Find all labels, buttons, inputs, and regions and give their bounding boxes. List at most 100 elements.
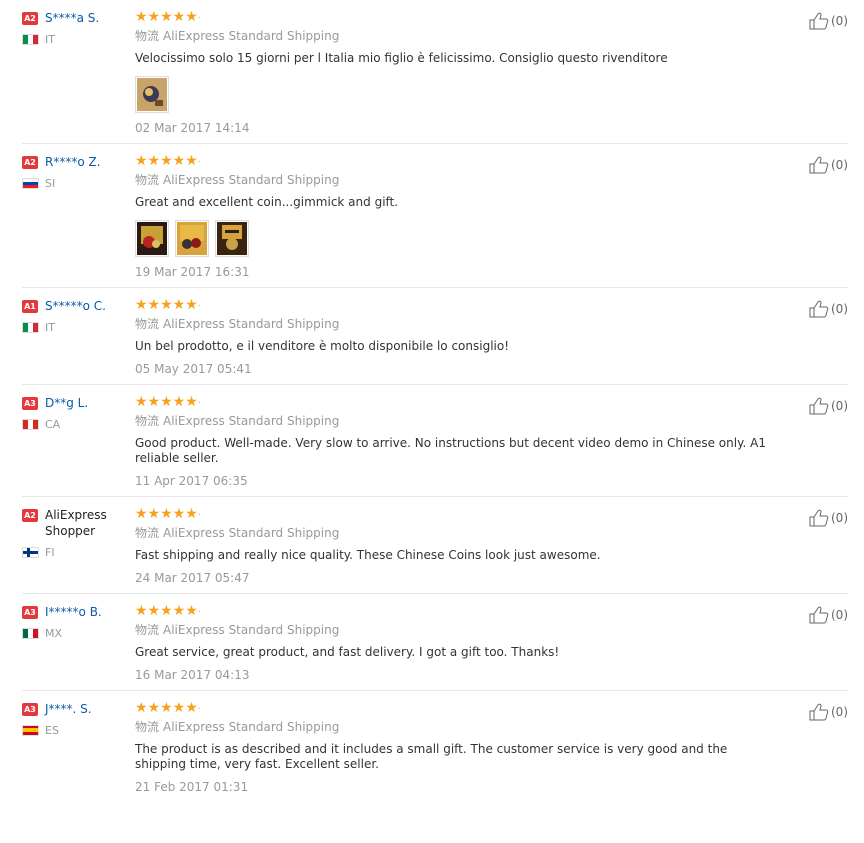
review-item: A2 R****o Z. SI ★★★★★· 物流 AliExpress Stan… bbox=[22, 144, 848, 288]
shipping-method: 物流 AliExpress Standard Shipping bbox=[135, 317, 778, 331]
thumbs-up-icon bbox=[809, 300, 829, 318]
review-list: A2 S****a S. IT ★★★★★· 物流 AliExpress Stan… bbox=[0, 0, 864, 802]
country-flag-icon bbox=[22, 725, 39, 736]
logistics-label: 物流 bbox=[135, 720, 160, 734]
shipping-method: 物流 AliExpress Standard Shipping bbox=[135, 29, 778, 43]
star-rating: ★★★★★· bbox=[135, 297, 201, 313]
review-content: ★★★★★· 物流 AliExpress Standard Shipping Fa… bbox=[135, 497, 848, 593]
helpful-button[interactable]: (0) bbox=[809, 509, 848, 527]
review-item: A3 J****. S. ES ★★★★★· 物流 AliExpress Stan… bbox=[22, 691, 848, 802]
reviewer-name[interactable]: S****a S. bbox=[45, 10, 99, 26]
review-text: Un bel prodotto, e il venditore è molto … bbox=[135, 339, 510, 353]
star-rating: ★★★★★· bbox=[135, 394, 201, 410]
country-code: CA bbox=[45, 418, 61, 431]
star-rating: ★★★★★· bbox=[135, 9, 201, 25]
reviewer-country: CA bbox=[22, 418, 132, 431]
thumbs-up-icon bbox=[809, 397, 829, 415]
reviewer-name[interactable]: I*****o B. bbox=[45, 604, 102, 620]
helpful-button[interactable]: (0) bbox=[809, 156, 848, 174]
country-code: FI bbox=[45, 546, 55, 559]
shipping-method-text: AliExpress Standard Shipping bbox=[163, 623, 340, 637]
helpful-count: (0) bbox=[831, 399, 848, 413]
thumbs-up-icon bbox=[809, 12, 829, 30]
review-text: Great and excellent coin...gimmick and g… bbox=[135, 195, 399, 209]
reviewer-country: IT bbox=[22, 321, 132, 334]
shipping-method: 物流 AliExpress Standard Shipping bbox=[135, 623, 778, 637]
helpful-button[interactable]: (0) bbox=[809, 703, 848, 721]
review-item: A2 AliExpress Shopper FI ★★★★★· 物流 AliExp… bbox=[22, 497, 848, 594]
logistics-label: 物流 bbox=[135, 29, 160, 43]
shipping-method-text: AliExpress Standard Shipping bbox=[163, 414, 340, 428]
country-flag-icon bbox=[22, 34, 39, 45]
buyer-level-badge: A3 bbox=[22, 606, 38, 619]
helpful-button[interactable]: (0) bbox=[809, 300, 848, 318]
review-photo[interactable] bbox=[135, 220, 169, 257]
shipping-method: 物流 AliExpress Standard Shipping bbox=[135, 173, 778, 187]
logistics-label: 物流 bbox=[135, 526, 160, 540]
buyer-level-badge: A2 bbox=[22, 12, 38, 25]
country-code: SI bbox=[45, 177, 56, 190]
review-content: ★★★★★· 物流 AliExpress Standard Shipping Go… bbox=[135, 385, 848, 496]
reviewer-info: A3 I*****o B. MX bbox=[22, 604, 132, 640]
logistics-label: 物流 bbox=[135, 623, 160, 637]
review-date: 24 Mar 2017 05:47 bbox=[135, 571, 250, 585]
review-photo[interactable] bbox=[175, 220, 209, 257]
reviewer-name[interactable]: J****. S. bbox=[45, 701, 92, 717]
review-photos bbox=[135, 220, 778, 257]
country-flag-icon bbox=[22, 419, 39, 430]
helpful-count: (0) bbox=[831, 511, 848, 525]
reviewer-country: FI bbox=[22, 546, 132, 559]
star-rating: ★★★★★· bbox=[135, 700, 201, 716]
helpful-count: (0) bbox=[831, 705, 848, 719]
helpful-button[interactable]: (0) bbox=[809, 12, 848, 30]
review-photos bbox=[135, 76, 778, 113]
reviewer-country: MX bbox=[22, 627, 132, 640]
review-item: A3 D**g L. CA ★★★★★· 物流 AliExpress Standa… bbox=[22, 385, 848, 497]
thumbs-up-icon bbox=[809, 606, 829, 624]
buyer-level-badge: A2 bbox=[22, 156, 38, 169]
country-code: IT bbox=[45, 321, 55, 334]
review-text: Good product. Well-made. Very slow to ar… bbox=[135, 436, 766, 465]
review-photo[interactable] bbox=[215, 220, 249, 257]
helpful-count: (0) bbox=[831, 302, 848, 316]
review-date: 19 Mar 2017 16:31 bbox=[135, 265, 250, 279]
review-item: A2 S****a S. IT ★★★★★· 物流 AliExpress Stan… bbox=[22, 0, 848, 144]
review-text: Fast shipping and really nice quality. T… bbox=[135, 548, 601, 562]
thumbs-up-icon bbox=[809, 703, 829, 721]
review-item: A1 S*****o C. IT ★★★★★· 物流 AliExpress Sta… bbox=[22, 288, 848, 385]
country-code: ES bbox=[45, 724, 59, 737]
reviewer-info: A2 R****o Z. SI bbox=[22, 154, 132, 190]
reviewer-info: A2 S****a S. IT bbox=[22, 10, 132, 46]
reviewer-name[interactable]: AliExpress Shopper bbox=[45, 507, 132, 539]
thumbs-up-icon bbox=[809, 156, 829, 174]
reviewer-country: ES bbox=[22, 724, 132, 737]
shipping-method: 物流 AliExpress Standard Shipping bbox=[135, 526, 778, 540]
reviewer-country: IT bbox=[22, 33, 132, 46]
country-flag-icon bbox=[22, 322, 39, 333]
review-photo[interactable] bbox=[135, 76, 169, 113]
review-date: 05 May 2017 05:41 bbox=[135, 362, 252, 376]
helpful-count: (0) bbox=[831, 608, 848, 622]
buyer-level-badge: A3 bbox=[22, 397, 38, 410]
review-content: ★★★★★· 物流 AliExpress Standard Shipping Un… bbox=[135, 288, 848, 384]
review-date: 02 Mar 2017 14:14 bbox=[135, 121, 250, 135]
reviewer-name[interactable]: D**g L. bbox=[45, 395, 88, 411]
reviewer-name[interactable]: R****o Z. bbox=[45, 154, 101, 170]
shipping-method-text: AliExpress Standard Shipping bbox=[163, 720, 340, 734]
helpful-button[interactable]: (0) bbox=[809, 606, 848, 624]
logistics-label: 物流 bbox=[135, 414, 160, 428]
review-date: 16 Mar 2017 04:13 bbox=[135, 668, 250, 682]
helpful-button[interactable]: (0) bbox=[809, 397, 848, 415]
country-code: IT bbox=[45, 33, 55, 46]
thumbs-up-icon bbox=[809, 509, 829, 527]
review-date: 21 Feb 2017 01:31 bbox=[135, 780, 249, 794]
country-flag-icon bbox=[22, 547, 39, 558]
shipping-method: 物流 AliExpress Standard Shipping bbox=[135, 720, 778, 734]
reviewer-name[interactable]: S*****o C. bbox=[45, 298, 106, 314]
shipping-method-text: AliExpress Standard Shipping bbox=[163, 526, 340, 540]
reviewer-info: A3 J****. S. ES bbox=[22, 701, 132, 737]
star-rating: ★★★★★· bbox=[135, 506, 201, 522]
helpful-count: (0) bbox=[831, 158, 848, 172]
buyer-level-badge: A3 bbox=[22, 703, 38, 716]
shipping-method-text: AliExpress Standard Shipping bbox=[163, 173, 340, 187]
